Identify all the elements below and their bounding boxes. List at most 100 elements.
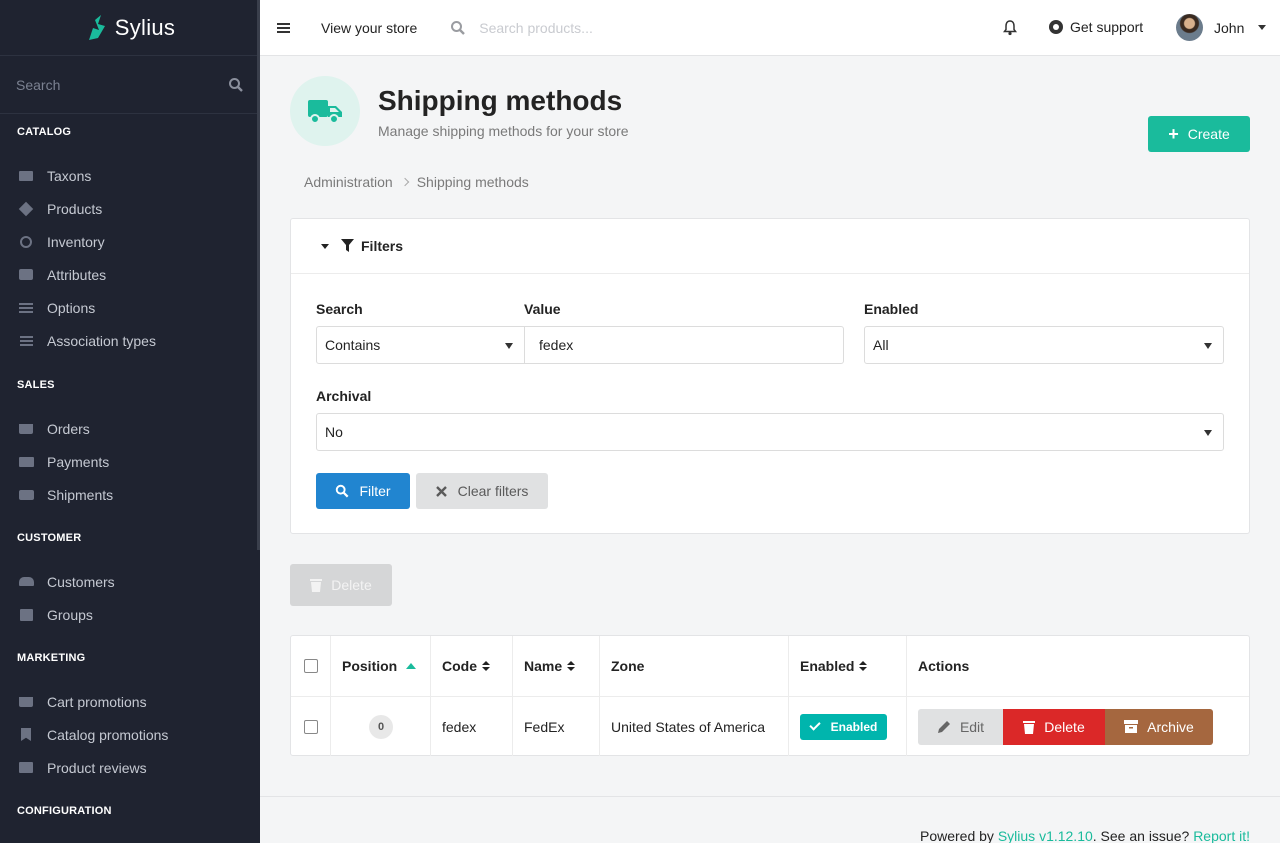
sidebar-search[interactable]: Search (0, 56, 260, 114)
bulk-delete-button[interactable]: Delete (290, 564, 392, 606)
bookmark-icon (18, 728, 34, 742)
breadcrumb-current: Shipping methods (416, 174, 529, 190)
sidebar-item-payments[interactable]: Payments (0, 445, 260, 478)
column-position[interactable]: Position (331, 636, 431, 696)
archival-select[interactable]: No (316, 413, 1224, 451)
enabled-filter-label: Enabled (864, 301, 919, 317)
archive-button[interactable]: Archive (1105, 708, 1213, 745)
search-icon (451, 20, 466, 35)
topbar: View your store Search products... Get s… (260, 0, 1280, 56)
breadcrumb: Administration Shipping methods (304, 174, 529, 190)
archival-select-value: No (325, 424, 343, 440)
sidebar-item-attributes[interactable]: Attributes (0, 258, 260, 291)
edit-button[interactable]: Edit (918, 708, 1003, 745)
sort-icon (567, 661, 576, 671)
page-header-icon (290, 76, 360, 146)
archive-icon (18, 608, 34, 622)
column-actions: Actions (907, 636, 1249, 696)
lifebuoy-icon (1049, 20, 1063, 34)
sidebar-item-orders[interactable]: Orders (0, 412, 260, 445)
sidebar-item-label: Customers (47, 573, 115, 590)
search-type-select[interactable]: Contains (316, 326, 525, 364)
sidebar-search-input[interactable]: Search (16, 77, 60, 93)
actions-cell: Edit Delete Archive (907, 697, 1249, 756)
search-type-value: Contains (325, 337, 381, 353)
bell-icon[interactable] (1003, 20, 1017, 36)
column-code[interactable]: Code (431, 636, 513, 696)
footer-divider (260, 796, 1280, 797)
checkmark-icon (808, 719, 821, 731)
page-title: Shipping methods (378, 85, 623, 116)
sidebar-item-label: Inventory (47, 233, 105, 250)
sidebar-item-catalog-promotions[interactable]: Catalog promotions (0, 718, 260, 751)
sidebar-item-label: Taxons (47, 167, 92, 184)
get-support-link[interactable]: Get support (1049, 19, 1143, 35)
product-search-input[interactable]: Search products... (479, 20, 593, 36)
sidebar-item-association-types[interactable]: Association types (0, 324, 260, 357)
menu-toggle-icon[interactable] (260, 26, 306, 29)
column-position-label: Position (342, 658, 398, 674)
brand-name: Sylius (114, 14, 176, 40)
sidebar-item-options[interactable]: Options (0, 291, 260, 324)
status-badge-label: Enabled (830, 719, 878, 734)
sidebar-item-label: Options (47, 299, 96, 316)
search-filter-label: Search (316, 301, 363, 317)
chevron-down-icon (505, 343, 513, 349)
create-button[interactable]: + Create (1148, 116, 1250, 152)
column-enabled[interactable]: Enabled (789, 636, 907, 696)
delete-button[interactable]: Delete (1003, 708, 1105, 745)
sort-icon (859, 661, 868, 671)
page-subtitle: Manage shipping methods for your store (378, 123, 629, 139)
sidebar-item-products[interactable]: Products (0, 192, 260, 225)
sidebar-item-customers[interactable]: Customers (0, 565, 260, 598)
user-menu[interactable]: John (1176, 14, 1267, 41)
pencil-icon (937, 720, 950, 733)
trash-icon (310, 579, 323, 592)
zone-cell: United States of America (600, 697, 789, 756)
sidebar-item-shipments[interactable]: Shipments (0, 478, 260, 511)
column-zone: Zone (600, 636, 789, 696)
column-enabled-label: Enabled (800, 658, 855, 674)
search-icon[interactable] (228, 77, 244, 93)
view-store-link[interactable]: View your store (321, 20, 417, 36)
report-issue-link[interactable]: Report it! (1193, 828, 1250, 843)
value-input-text: fedex (539, 337, 574, 353)
section-title-catalog: CATALOG (17, 126, 72, 138)
select-all-checkbox[interactable] (304, 659, 318, 673)
filter-button[interactable]: Filter (316, 473, 410, 509)
delete-label: Delete (1044, 718, 1085, 735)
sidebar-item-taxons[interactable]: Taxons (0, 159, 260, 192)
clear-filters-button[interactable]: Clear filters (416, 473, 548, 509)
sidebar-item-cart-promotions[interactable]: Cart promotions (0, 685, 260, 718)
value-input[interactable]: fedex (524, 326, 844, 364)
truck-icon (308, 100, 342, 124)
enabled-select[interactable]: All (864, 326, 1224, 364)
filters-toggle[interactable]: Filters (291, 219, 1249, 274)
sylius-version-link[interactable]: Sylius v1.12.10 (998, 828, 1093, 843)
sidebar-item-inventory[interactable]: Inventory (0, 225, 260, 258)
column-name[interactable]: Name (513, 636, 600, 696)
column-name-label: Name (524, 658, 563, 674)
sidebar-item-product-reviews[interactable]: Product reviews (0, 751, 260, 784)
row-checkbox[interactable] (304, 719, 318, 734)
sidebar-item-label: Cart promotions (47, 693, 147, 710)
table-header-row: Position Code Name Zone Enabled Actions (291, 636, 1249, 697)
archive-icon (1124, 720, 1139, 733)
sidebar-item-label: Payments (47, 453, 110, 470)
edit-label: Edit (959, 718, 985, 735)
sidebar: Sylius Search CATALOG Taxons Products In… (0, 0, 260, 843)
footer-prefix: Powered by (920, 828, 998, 843)
get-support-label: Get support (1070, 19, 1144, 35)
tasks-icon (18, 334, 34, 348)
section-title-marketing: MARKETING (17, 652, 86, 664)
column-zone-label: Zone (611, 658, 645, 674)
column-code-label: Code (442, 658, 477, 674)
avatar (1176, 14, 1203, 41)
user-name: John (1214, 19, 1245, 36)
top-search[interactable]: Search products... (450, 20, 593, 36)
sidebar-item-groups[interactable]: Groups (0, 598, 260, 631)
breadcrumb-administration[interactable]: Administration (304, 174, 393, 190)
create-label: Create (1187, 126, 1230, 142)
logo[interactable]: Sylius (0, 0, 260, 56)
section-title-customer: CUSTOMER (17, 532, 82, 544)
